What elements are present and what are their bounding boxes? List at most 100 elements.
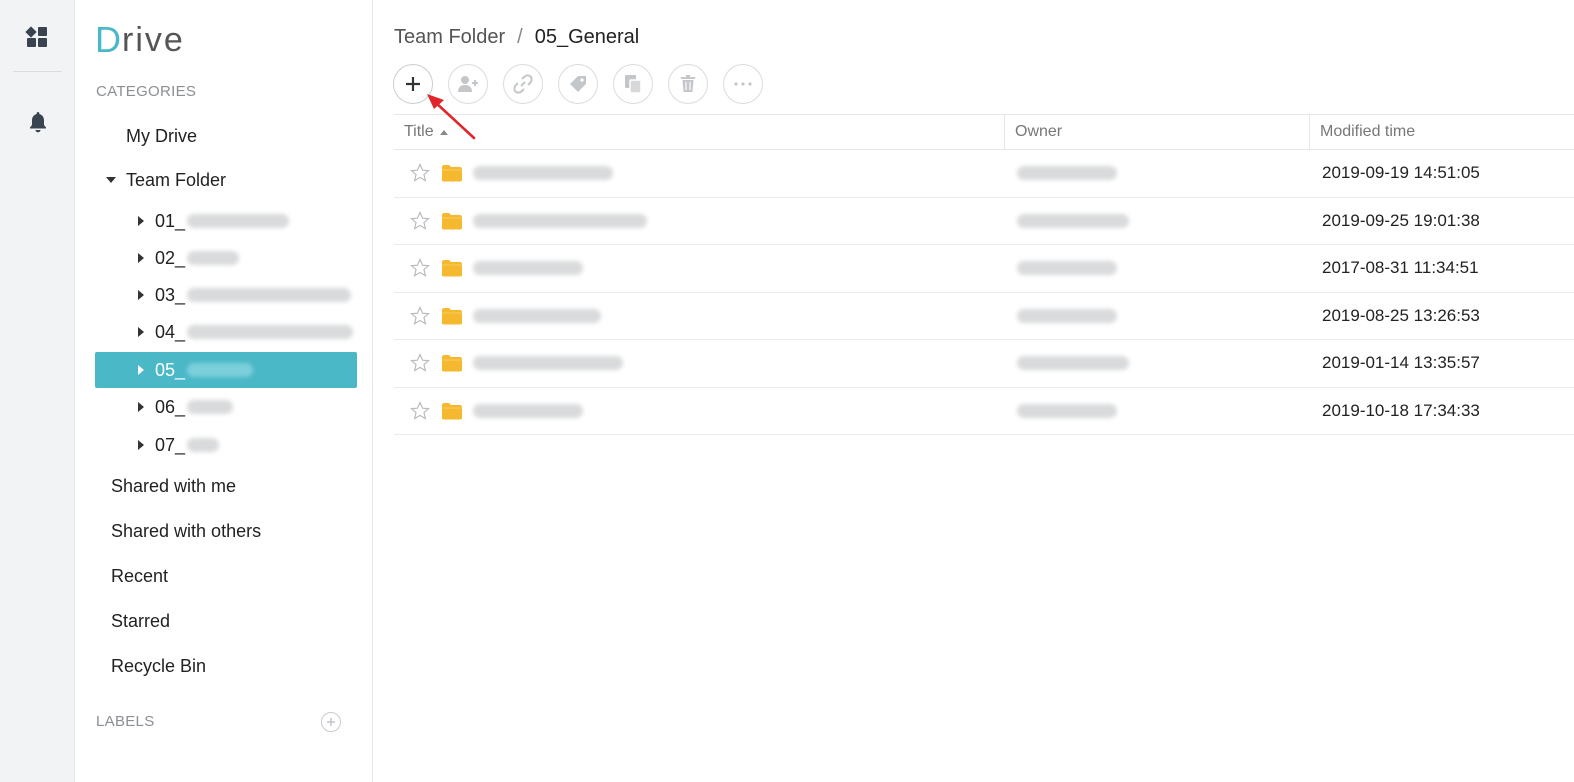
breadcrumb-separator: /	[517, 26, 523, 48]
cell-owner	[1005, 356, 1310, 371]
cell-title	[394, 162, 1005, 184]
cell-owner	[1005, 308, 1310, 323]
table-row[interactable]: 2017-08-31 11:34:51	[394, 245, 1574, 293]
tag-button[interactable]	[558, 64, 598, 104]
table-row[interactable]: 2019-09-25 19:01:38	[394, 198, 1574, 245]
redacted-text	[187, 400, 234, 414]
column-header-title[interactable]: Title	[394, 115, 1005, 149]
tree-item-02[interactable]: 02_	[95, 240, 357, 276]
cell-owner	[1005, 403, 1310, 418]
sidebar-item-shared-with-me[interactable]: Shared with me	[75, 467, 373, 505]
column-header-owner[interactable]: Owner	[1005, 115, 1310, 149]
categories-heading: CATEGORIES	[96, 83, 197, 100]
drive-app: Drive CATEGORIES My Drive Team Folder 01…	[0, 0, 1574, 782]
copy-button[interactable]	[613, 64, 653, 104]
sidebar-item-team-folder[interactable]: Team Folder	[75, 161, 373, 199]
sidebar-item-starred[interactable]: Starred	[75, 602, 373, 640]
star-icon[interactable]	[409, 162, 431, 184]
star-icon[interactable]	[409, 352, 431, 374]
sidebar-item-recycle-bin[interactable]: Recycle Bin	[75, 647, 373, 685]
add-icon	[406, 77, 420, 91]
cell-owner	[1005, 261, 1310, 276]
sidebar-item-label: My Drive	[126, 125, 197, 146]
annotation-arrow-icon	[427, 94, 476, 140]
sidebar-item-shared-with-others[interactable]: Shared with others	[75, 512, 373, 550]
star-icon[interactable]	[409, 400, 431, 422]
caret-right-icon[interactable]	[135, 289, 147, 301]
link-button[interactable]	[503, 64, 543, 104]
drive-logo[interactable]: Drive	[95, 20, 185, 60]
tree-item-label: 07_	[155, 434, 186, 455]
apps-button[interactable]	[20, 20, 54, 54]
table-row[interactable]: 2019-09-19 14:51:05	[394, 150, 1574, 198]
sidebar-item-label: Starred	[111, 610, 171, 631]
rail-divider	[13, 71, 62, 72]
tree-item-label: 02_	[155, 247, 186, 268]
tree-item-07[interactable]: 07_	[95, 427, 357, 463]
cell-title	[394, 210, 1005, 232]
cell-modified: 2019-09-19 14:51:05	[1322, 163, 1480, 183]
redacted-text	[187, 251, 240, 265]
cell-owner	[1005, 213, 1310, 228]
more-icon	[734, 82, 752, 86]
table-row[interactable]: 2019-08-25 13:26:53	[394, 293, 1574, 340]
redacted-owner	[1017, 308, 1117, 323]
labels-heading: LABELS	[96, 713, 155, 730]
file-table: Title Owner Modified time 2019-09-19 14:…	[394, 114, 1574, 435]
caret-right-icon[interactable]	[135, 439, 147, 451]
table-row[interactable]: 2019-01-14 13:35:57	[394, 340, 1574, 388]
tree-item-03[interactable]: 03_	[95, 277, 357, 313]
tree-item-04[interactable]: 04_	[95, 314, 357, 350]
folder-icon	[441, 212, 463, 230]
delete-button[interactable]	[668, 64, 708, 104]
column-label: Owner	[1015, 123, 1063, 140]
folder-icon	[441, 164, 463, 182]
tree-item-01[interactable]: 01_	[95, 203, 357, 239]
cell-title	[394, 257, 1005, 279]
caret-right-icon[interactable]	[135, 215, 147, 227]
tree-item-05-selected[interactable]: 05_	[95, 352, 357, 388]
more-button[interactable]	[723, 64, 763, 104]
folder-icon	[441, 259, 463, 277]
sidebar-item-label: Shared with others	[111, 520, 262, 541]
left-rail	[0, 0, 75, 782]
caret-down-icon[interactable]	[104, 173, 118, 187]
star-icon[interactable]	[409, 257, 431, 279]
tree-item-06[interactable]: 06_	[95, 389, 357, 425]
sidebar: Drive CATEGORIES My Drive Team Folder 01…	[75, 0, 373, 782]
tree-item-label: 06_	[155, 396, 186, 417]
sidebar-item-label: Shared with me	[111, 475, 237, 496]
redacted-text	[187, 325, 354, 339]
add-label-button[interactable]	[321, 712, 341, 732]
table-row[interactable]: 2019-10-18 17:34:33	[394, 388, 1574, 435]
redacted-title	[473, 356, 623, 371]
column-label: Modified time	[1320, 123, 1416, 140]
redacted-owner	[1017, 213, 1129, 228]
tree-item-label: 01_	[155, 210, 186, 231]
breadcrumb-team-folder[interactable]: Team Folder	[394, 26, 505, 49]
folder-icon	[441, 354, 463, 372]
cell-modified: 2019-01-14 13:35:57	[1322, 353, 1480, 373]
star-icon[interactable]	[409, 305, 431, 327]
cell-modified: 2019-10-18 17:34:33	[1322, 400, 1480, 420]
notifications-button[interactable]	[22, 106, 54, 138]
caret-right-icon[interactable]	[135, 364, 147, 376]
cell-modified: 2019-08-25 13:26:53	[1322, 305, 1480, 325]
cell-modified: 2017-08-31 11:34:51	[1322, 258, 1479, 278]
caret-right-icon[interactable]	[135, 326, 147, 338]
caret-right-icon[interactable]	[135, 401, 147, 413]
star-icon[interactable]	[409, 210, 431, 232]
link-icon	[513, 74, 533, 94]
plus-icon	[327, 718, 335, 726]
redacted-owner	[1017, 356, 1129, 371]
column-header-modified[interactable]: Modified time	[1310, 115, 1574, 149]
caret-right-icon[interactable]	[135, 252, 147, 264]
cell-modified: 2019-09-25 19:01:38	[1322, 210, 1480, 230]
cell-title	[394, 305, 1005, 327]
redacted-text	[187, 214, 290, 228]
sidebar-item-recent[interactable]: Recent	[75, 557, 373, 595]
redacted-text	[187, 288, 352, 302]
breadcrumb: Team Folder / 05_General	[394, 26, 639, 49]
sidebar-item-my-drive[interactable]: My Drive	[75, 117, 373, 155]
redacted-owner	[1017, 261, 1117, 276]
